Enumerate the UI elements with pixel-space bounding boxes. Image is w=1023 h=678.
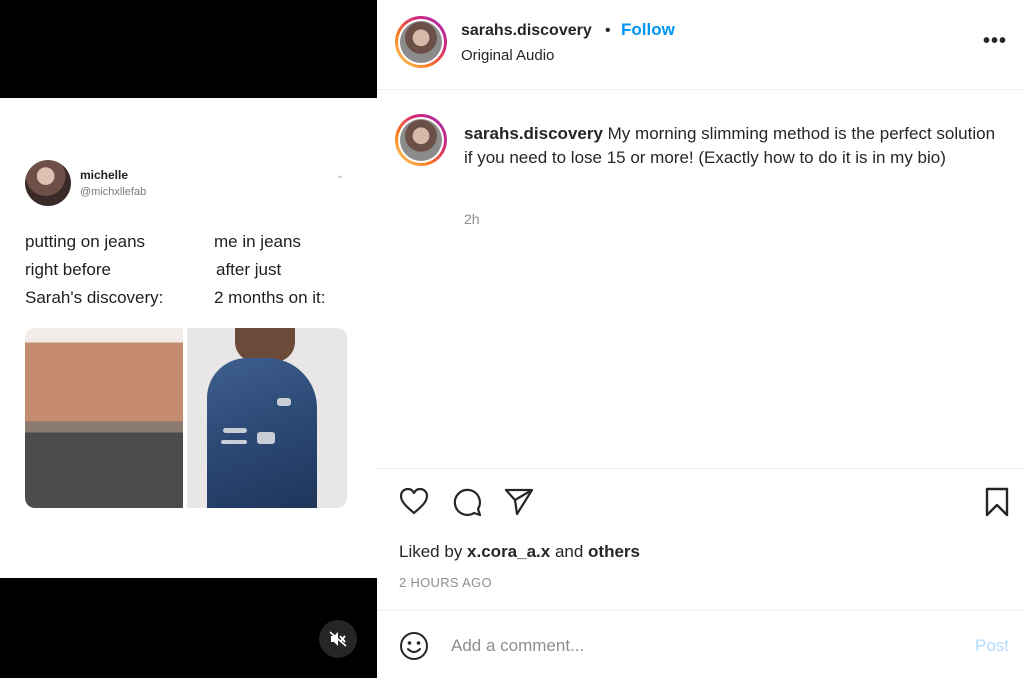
likes-middle: and — [550, 542, 589, 561]
tweet-right-line-2: after just — [216, 260, 282, 279]
tweet-right-line-3: 2 months on it: — [214, 288, 326, 307]
likes-summary: Liked by x.cora_a.x and others — [399, 542, 640, 562]
bookmark-icon — [985, 487, 1009, 517]
save-button[interactable] — [984, 487, 1010, 522]
header-username[interactable]: sarahs.discovery — [461, 22, 592, 40]
tweet-left-line-3: Sarah's discovery: — [25, 288, 164, 307]
comment-icon — [453, 488, 482, 517]
liked-by-others[interactable]: others — [588, 542, 640, 561]
tweet-handle: @michxllefab — [80, 186, 147, 198]
post-media[interactable]: michelle @michxllefab ⌄ putting on jeans… — [0, 0, 377, 678]
before-photo — [25, 328, 183, 508]
tweet-avatar — [25, 160, 71, 206]
mute-icon — [329, 631, 347, 647]
post-comment-button[interactable]: Post — [975, 636, 1009, 656]
tweet-right-line-1: me in jeans — [214, 232, 301, 251]
emoji-button[interactable] — [399, 631, 429, 666]
tweet-left-line-1: putting on jeans — [25, 232, 146, 251]
tweet-name: michelle — [80, 168, 129, 182]
before-after-photos — [25, 328, 347, 508]
post-caption: sarahs.discovery My morning slimming met… — [464, 122, 1004, 170]
actions-divider — [377, 468, 1023, 469]
more-icon[interactable]: ••• — [983, 30, 1007, 53]
comment-divider — [377, 610, 1023, 611]
share-button[interactable] — [504, 487, 534, 522]
caption-time: 2h — [464, 211, 480, 227]
after-photo — [187, 328, 347, 508]
share-icon — [504, 488, 534, 516]
likes-prefix: Liked by — [399, 542, 468, 561]
caption-avatar[interactable] — [395, 114, 447, 166]
heart-icon — [399, 487, 429, 515]
post-side-panel: sarahs.discovery • Follow Original Audio… — [377, 0, 1023, 678]
emoji-icon — [400, 632, 428, 660]
tweet-left-line-2: right before — [25, 260, 111, 279]
chevron-down-icon: ⌄ — [336, 170, 345, 181]
original-audio-link[interactable]: Original Audio — [461, 47, 554, 64]
header-avatar[interactable] — [395, 16, 447, 68]
liked-by-user[interactable]: x.cora_a.x — [467, 542, 550, 561]
post-timestamp: 2 HOURS AGO — [399, 575, 492, 590]
comment-button[interactable] — [452, 487, 482, 522]
follow-button[interactable]: Follow — [621, 20, 675, 40]
caption-username[interactable]: sarahs.discovery — [464, 124, 603, 143]
comment-input[interactable] — [451, 632, 951, 660]
like-button[interactable] — [399, 487, 429, 520]
header-separator: • — [605, 22, 611, 39]
post-header: sarahs.discovery • Follow Original Audio… — [377, 0, 1023, 90]
mute-button[interactable] — [319, 620, 357, 658]
